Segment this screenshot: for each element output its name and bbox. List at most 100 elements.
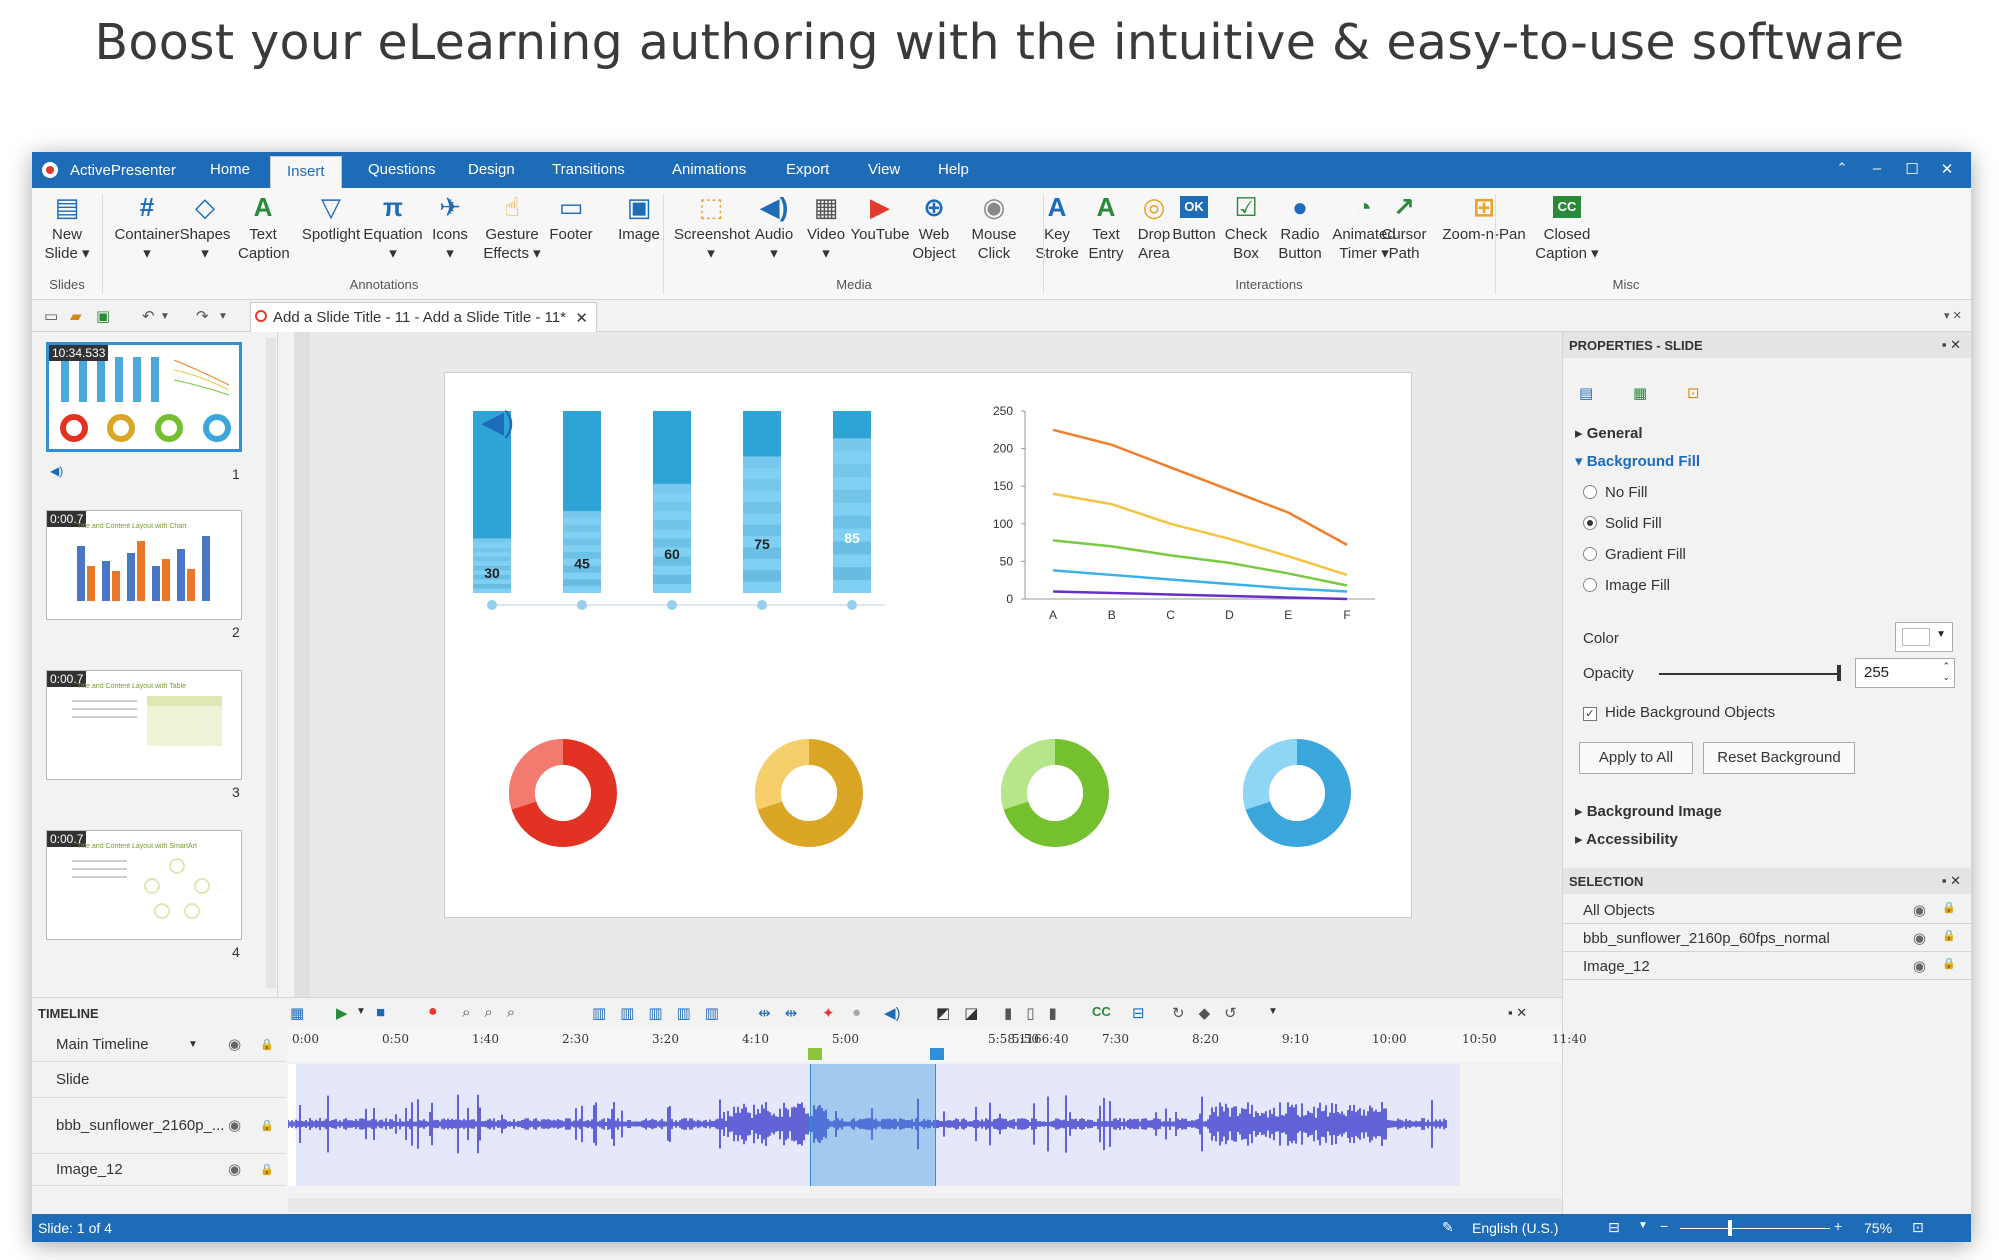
thumbnails-scrollbar[interactable] (266, 338, 276, 988)
fit-icon[interactable]: ⊟ (1608, 1219, 1620, 1236)
menu-animations[interactable]: Animations (656, 152, 762, 188)
section-general[interactable]: ▸ General (1575, 424, 1643, 442)
selection-range[interactable] (810, 1064, 936, 1186)
close-window-icon[interactable]: ✕ (1937, 160, 1957, 178)
view-dropdown-icon[interactable]: ▼ (1638, 1220, 1648, 1231)
ribbon-button-container[interactable]: # Container ▾ (114, 192, 180, 263)
opacity-input[interactable]: 255 ⌃ ⌄ (1855, 658, 1955, 688)
maximize-icon[interactable]: ☐ (1902, 160, 1922, 178)
menu-view[interactable]: View (852, 152, 916, 188)
reset-background-button[interactable]: Reset Background (1703, 742, 1855, 774)
lock-icon[interactable]: 🔒 (260, 1098, 274, 1154)
zoom-tools-icon[interactable]: ⌕⌕⌕ (462, 1004, 529, 1021)
timeline-close-icon[interactable]: ▪ ✕ (1508, 1005, 1527, 1021)
ribbon-button-key-stroke[interactable]: A Key Stroke (1032, 192, 1082, 263)
selection-close-icon[interactable]: ▪ ✕ (1942, 873, 1961, 889)
zoom-in-icon[interactable]: + (1834, 1218, 1842, 1234)
timeline-row-video[interactable]: bbb_sunflower_2160p_... ◉ 🔒 (32, 1098, 286, 1154)
eye-icon[interactable]: ◉ (1913, 929, 1926, 947)
menu-help[interactable]: Help (922, 152, 985, 188)
new-file-icon[interactable]: ▭ (44, 307, 58, 325)
eye-icon[interactable]: ◉ (228, 1154, 241, 1186)
redo-icon[interactable]: ↷ (196, 307, 209, 325)
play-dropdown-icon[interactable]: ▼ (356, 1006, 366, 1017)
dropdown-icon[interactable]: ▼ (188, 1028, 198, 1062)
undo-dropdown-icon[interactable]: ▼ (160, 311, 170, 322)
selection-row-image[interactable]: Image_12 ◉ 🔒 (1563, 952, 1971, 980)
opacity-slider[interactable] (1659, 673, 1839, 675)
eye-icon[interactable]: ◉ (228, 1098, 241, 1154)
lock-icon[interactable]: 🔒 (1942, 901, 1956, 914)
audio-tools-icon[interactable]: ▮▯▮ (1004, 1004, 1071, 1022)
section-background-image[interactable]: ▸ Background Image (1575, 802, 1722, 820)
apply-to-all-button[interactable]: Apply to All (1579, 742, 1693, 774)
timeline-tracks[interactable] (288, 1064, 1562, 1186)
properties-tab-icon[interactable]: ▤ (1579, 384, 1593, 402)
timeline-row-image[interactable]: Image_12 ◉ 🔒 (32, 1154, 286, 1186)
timeline-row-slide[interactable]: Slide (32, 1062, 286, 1098)
ribbon-button-shapes[interactable]: ◇ Shapes ▾ (178, 192, 232, 263)
effects-tab-icon[interactable]: ⊡ (1687, 384, 1700, 402)
slide-thumbnail-3[interactable]: 0:00.7 Title and Content Layout with Tab… (46, 670, 242, 780)
opacity-spin-icon[interactable]: ⌃ ⌄ (1942, 661, 1950, 683)
lock-icon[interactable]: 🔒 (260, 1028, 274, 1062)
menu-home[interactable]: Home (194, 152, 266, 188)
ribbon-button-screenshot[interactable]: ⬚ Screenshot ▾ (674, 192, 750, 263)
layout-icon[interactable]: ▦ (290, 1004, 304, 1022)
ribbon-button-cursor-path[interactable]: ↗ Cursor Path (1378, 192, 1430, 263)
clip-tools-icon[interactable]: ⇹⇹ (758, 1004, 811, 1022)
menu-design[interactable]: Design (452, 152, 531, 188)
selection-row-all-objects[interactable]: All Objects ◉ 🔒 (1563, 896, 1971, 924)
radio-no-fill[interactable]: No Fill (1583, 484, 1648, 501)
edit-tools-icon[interactable]: ▥▥▥▥▥ (592, 1004, 733, 1022)
radio-gradient-fill[interactable]: Gradient Fill (1583, 546, 1686, 563)
volume-icon[interactable]: ◀) (884, 1004, 901, 1022)
ribbon-button-text-caption[interactable]: A Text Caption (238, 192, 290, 263)
ribbon-button-video[interactable]: ▦ Video ▾ (802, 192, 850, 263)
save-icon[interactable]: ▣ (96, 307, 110, 325)
zoom-slider[interactable] (1680, 1228, 1830, 1229)
panel-menu-icon[interactable]: ▾ ✕ (1944, 309, 1962, 322)
minimize-icon[interactable]: – (1867, 160, 1887, 177)
eye-icon[interactable]: ◉ (228, 1028, 241, 1062)
ribbon-button-check-box[interactable]: ☑ Check Box (1222, 192, 1270, 263)
menu-questions[interactable]: Questions (352, 152, 452, 188)
properties-close-icon[interactable]: ▪ ✕ (1942, 337, 1961, 353)
menu-export[interactable]: Export (770, 152, 845, 188)
stop-icon[interactable]: ■ (376, 1004, 385, 1021)
timeline-ruler[interactable]: 0:00 0:50 1:40 2:30 3:20 4:10 5:00 5:50 7:30 8:20… (288, 1028, 1587, 1062)
section-accessibility[interactable]: ▸ Accessibility (1575, 830, 1678, 848)
cursor-tool-icon[interactable]: ✦ (822, 1004, 835, 1022)
lock-icon[interactable]: 🔒 (260, 1154, 274, 1186)
more-tools-icon[interactable]: ▼ (1268, 1006, 1278, 1017)
bar-chart[interactable]: 304560758590 (465, 393, 885, 623)
split-icon[interactable]: ⊟ (1132, 1004, 1145, 1022)
ribbon-button-button[interactable]: OK Button (1170, 192, 1218, 244)
open-file-icon[interactable]: ▰ (70, 307, 82, 325)
redo-dropdown-icon[interactable]: ▼ (218, 311, 228, 322)
menu-insert[interactable]: Insert (270, 156, 342, 188)
speaker-icon[interactable]: ◀) (481, 405, 514, 440)
ribbon-button-radio-button[interactable]: ● Radio Button (1276, 192, 1324, 263)
section-background-fill[interactable]: ▾ Background Fill (1575, 452, 1700, 470)
zoom-out-icon[interactable]: − (1660, 1218, 1668, 1234)
fill-tab-icon[interactable]: ▦ (1633, 384, 1647, 402)
line-chart[interactable]: 250 200 150 100 50 0 A B C D E F (985, 401, 1395, 641)
ribbon-button-web-object[interactable]: ⊕ Web Object (908, 192, 960, 263)
ribbon-button-image[interactable]: ▣ Image (614, 192, 664, 244)
ribbon-button-gesture[interactable]: ☝ Gesture Effects ▾ (478, 192, 546, 263)
ribbon-button-new-slide[interactable]: ▤ New Slide ▾ (42, 192, 92, 263)
slide-thumbnail-1[interactable]: 10:34.533 (46, 342, 242, 452)
fill-tool-icon[interactable]: ● (852, 1004, 861, 1021)
ribbon-button-audio[interactable]: ◀) Audio ▾ (750, 192, 798, 263)
slide-thumbnail-4[interactable]: 0:00.7 Title and Content Layout with Sma… (46, 830, 242, 940)
selection-row-video[interactable]: bbb_sunflower_2160p_60fps_normal ◉ 🔒 (1563, 924, 1971, 952)
zoom-level[interactable]: 75% (1864, 1220, 1892, 1236)
eye-icon[interactable]: ◉ (1913, 957, 1926, 975)
opacity-slider-handle[interactable] (1837, 665, 1841, 681)
ribbon-button-mouse-click[interactable]: ◉ Mouse Click (966, 192, 1022, 263)
ribbon-button-text-entry[interactable]: A Text Entry (1082, 192, 1130, 263)
color-picker[interactable]: ▼ (1895, 622, 1953, 652)
ribbon-collapse-icon[interactable]: ⌃ (1832, 160, 1852, 176)
playhead-marker[interactable] (930, 1048, 944, 1060)
